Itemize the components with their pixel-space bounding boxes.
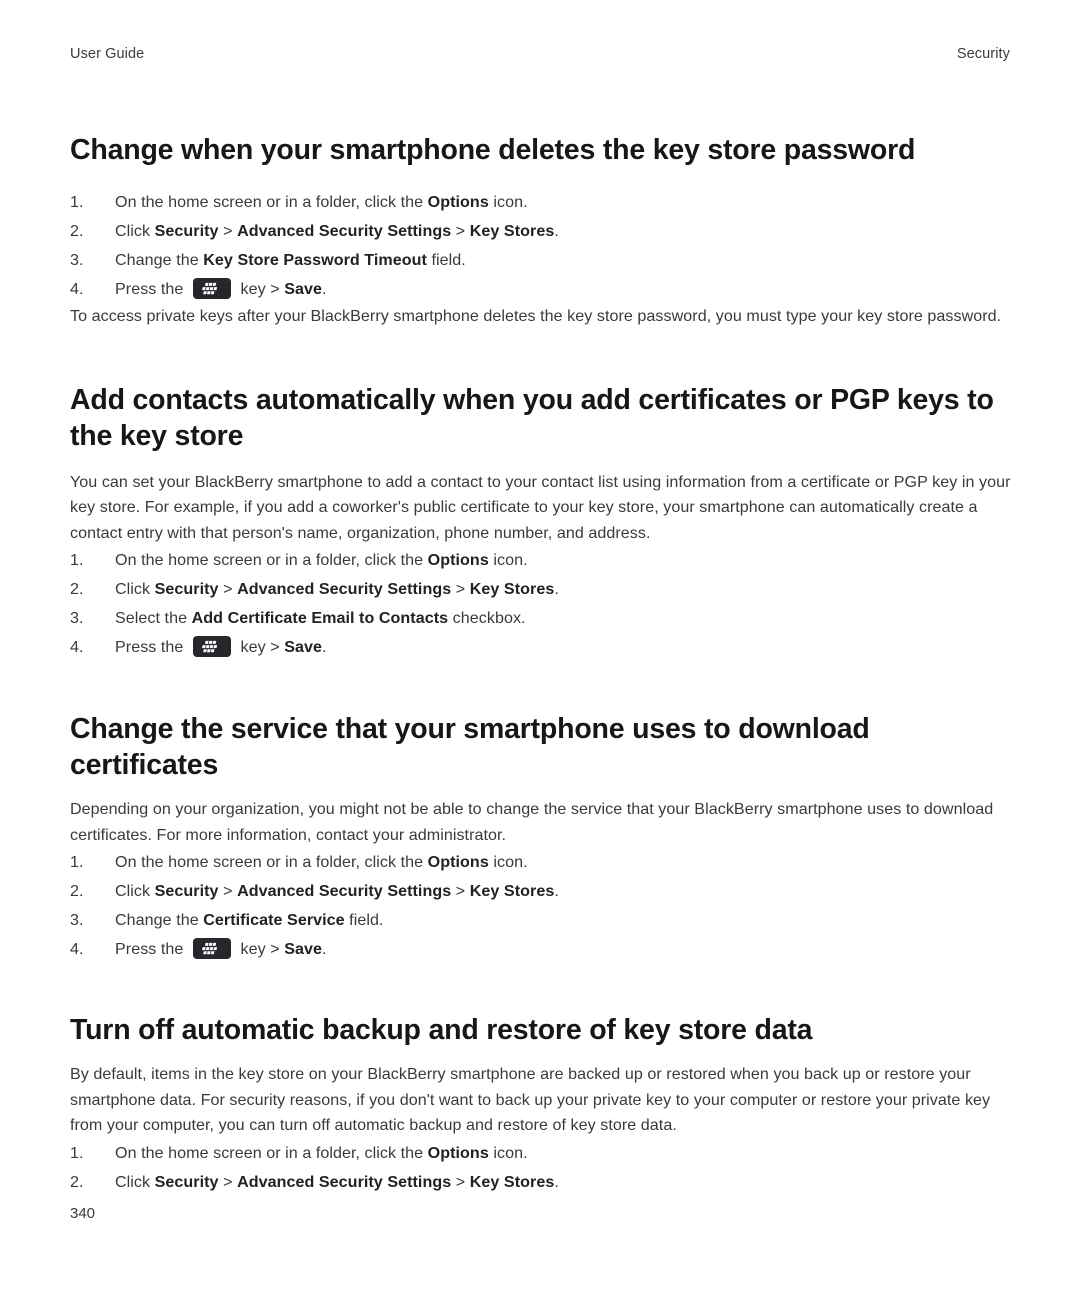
procedure-step: 1. On the home screen or in a folder, cli… [70,848,1012,877]
step-number: 2. [70,580,84,598]
section-heading: Add contacts automatically when you add … [70,383,994,452]
step-text: Click Security > Advanced Security Setti… [115,580,559,598]
ui-term: Advanced Security Settings [237,222,452,240]
step-text: Change the Key Store Password Timeout fi… [115,251,466,269]
step-number: 2. [70,882,84,900]
document-page: User Guide Security Change when your sma… [0,0,1080,1296]
procedure-step: 3. Change the Certificate Service field. [70,906,1012,935]
step-text: Press the key > Save. [115,938,327,959]
section-change-key-store-password-deletion: Change when your smartphone deletes the … [70,132,1012,330]
step-number: 3. [70,609,84,627]
ui-term: Key Stores [469,1172,555,1191]
section-heading: Turn off automatic backup and restore of… [70,1014,813,1046]
step-text: Change the Certificate Service field. [115,911,384,929]
ui-term: Security [154,222,219,240]
procedure-step: 4. Press the key > Save. [70,935,1012,964]
step-number: 1. [70,193,84,211]
ui-term: Options [427,193,489,211]
section-change-certificate-download-service: Change the service that your smartphone … [70,711,1012,964]
running-header-right: Security [956,46,1010,62]
ui-term: Save [284,638,322,656]
procedure-step: 4. Press the key > Save. [70,275,1012,304]
procedure-step: 1. On the home screen or in a folder, cli… [70,546,1012,575]
section-heading: Change the service that your smartphone … [70,713,870,781]
ui-term: Key Stores [469,580,555,598]
procedure-list: 1. On the home screen or in a folder, cli… [70,546,1012,662]
ui-term: Advanced Security Settings [237,580,452,598]
blackberry-menu-key-icon [192,938,231,959]
blackberry-menu-key-icon [192,636,231,657]
running-header: User Guide Security [70,46,1010,66]
page-title: Change when your smartphone deletes the … [70,134,916,166]
document-content: Change when your smartphone deletes the … [70,132,1012,1197]
step-text: On the home screen or in a folder, click… [115,193,528,211]
step-text: On the home screen or in a folder, click… [115,551,528,569]
ui-term: Save [284,940,322,958]
ui-term: Key Stores [469,222,555,240]
procedure-list: 1. On the home screen or in a folder, cli… [70,1139,1012,1197]
step-number: 3. [70,911,84,929]
section-paragraph: By default, items in the key store on yo… [70,1065,991,1134]
running-header-left: User Guide [70,46,145,62]
procedure-list: 1. On the home screen or in a folder, cli… [70,848,1012,964]
procedure-step: 1. On the home screen or in a folder, cli… [70,188,1012,217]
step-text: Select the Add Certificate Email to Cont… [115,609,526,627]
ui-term: Security [154,1172,219,1191]
step-text: Click Security > Advanced Security Setti… [115,882,559,900]
step-text: Click Security > Advanced Security Setti… [115,222,559,240]
ui-term: Advanced Security Settings [237,1172,452,1191]
step-text: On the home screen or in a folder, click… [115,853,528,871]
section-paragraph: To access private keys after your BlackB… [70,307,1002,325]
ui-term: Options [427,1143,489,1162]
ui-term: Security [154,882,219,900]
step-number: 1. [70,551,84,569]
ui-term: Add Certificate Email to Contacts [191,609,449,627]
section-paragraph: You can set your BlackBerry smartphone t… [70,472,1011,542]
ui-term: Key Store Password Timeout [203,251,427,269]
step-text: Press the key > Save. [115,278,327,299]
step-text: On the home screen or in a folder, click… [115,1143,528,1162]
step-number: 1. [70,853,84,871]
ui-term: Advanced Security Settings [237,882,452,900]
procedure-step: 3. Change the Key Store Password Timeout … [70,246,1012,275]
ui-term: Options [427,551,489,569]
ui-term: Certificate Service [203,911,345,929]
procedure-step: 2. Click Security > Advanced Security Set… [70,217,1012,246]
procedure-step: 2. Click Security > Advanced Security Set… [70,575,1012,604]
ui-term: Save [284,280,322,298]
procedure-list: 1. On the home screen or in a folder, cli… [70,188,1012,304]
ui-term: Key Stores [469,882,555,900]
step-number: 4. [70,280,84,298]
step-text: Press the key > Save. [115,636,327,657]
ui-term: Security [154,580,219,598]
step-number: 2. [70,222,84,240]
blackberry-menu-key-icon [192,278,231,299]
step-number: 3. [70,251,84,269]
procedure-step: 2. Click Security > Advanced Security Set… [70,1168,1012,1197]
procedure-step: 4. Press the key > Save. [70,633,1012,662]
step-text: Click Security > Advanced Security Setti… [115,1172,559,1191]
page-number: 340 [70,1205,96,1222]
section-turn-off-key-store-backup: Turn off automatic backup and restore of… [70,1012,1012,1197]
section-paragraph: Depending on your organization, you migh… [70,800,994,844]
step-number: 4. [70,940,84,958]
step-number: 1. [70,1143,84,1162]
step-number: 4. [70,638,84,656]
section-add-contacts-automatically: Add contacts automatically when you add … [70,382,1012,663]
ui-term: Options [427,853,489,871]
step-number: 2. [70,1172,84,1191]
procedure-step: 3. Select the Add Certificate Email to Co… [70,604,1012,633]
procedure-step: 2. Click Security > Advanced Security Set… [70,877,1012,906]
procedure-step: 1. On the home screen or in a folder, cli… [70,1139,1012,1168]
